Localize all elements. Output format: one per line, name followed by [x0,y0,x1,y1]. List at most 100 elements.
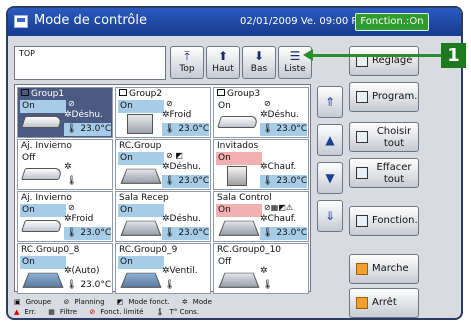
group-tile[interactable]: RC.Group0_8 On ✲(Auto) 🌡︎ 23.0°C [17,243,113,294]
fan-mode-icon: ✲ [162,214,170,224]
double-down-icon[interactable]: ⇓ [317,200,343,232]
wall-unit-icon [21,216,63,238]
stop-icon [356,297,368,309]
schedule-icon: ⊘ [68,203,75,212]
down-icon[interactable]: ▼ [317,162,343,194]
error-icon: ▲ [14,308,20,316]
legend: ▣ Groupe ⊘ Planning ◩ Mode fonct. ✲ Mode ▲ Er… [14,298,212,316]
group-tile[interactable]: RC.Group0_9 On ✲Ventil. 🌡︎ [115,243,211,294]
function-status-badge: Fonction.:On [355,13,429,31]
thermometer-icon: 🌡︎ [164,124,176,134]
fan-mode-icon: ✲ [162,266,170,276]
group-tile[interactable]: Invitados On ✲Chauf. 🌡︎ 23.0°C [213,139,309,190]
thermometer-icon: 🌡︎ [262,124,274,134]
callout-number: 1 [441,43,466,68]
wall-unit-icon [217,112,259,134]
thermometer-icon: 🌡︎ [262,280,274,290]
date-time: 02/01/2009 Ve. 09:00 PM [240,16,367,27]
cassette-unit-icon [119,268,162,290]
group-tile[interactable]: Group1 On ⊘ ✲Déshu. 🌡︎ 23.0°C [17,87,113,138]
cassette-unit-icon [119,216,162,238]
thermometer-icon: 🌡︎ [164,280,176,290]
cassette-unit-icon [217,268,260,290]
thermometer-icon: 🌡︎ [164,176,176,186]
fan-mode-icon: ✲ [181,298,188,306]
path-display: TOP [14,46,166,80]
marche-button[interactable]: Marche [349,254,419,284]
window-title: Mode de contrôle [34,13,147,28]
fan-mode-icon: ✲ [64,110,72,120]
schedule-icon: ⊘ [264,99,271,108]
thermometer-icon: 🌡︎ [155,308,165,316]
cassette-unit-icon [119,164,162,186]
group-tile[interactable]: Sala Recep On ✲Déshu. 🌡︎ 23.0°C [115,191,211,242]
run-icon [356,263,368,275]
clear-all-icon [356,167,368,179]
effacer-tout-button[interactable]: Effacer tout [349,158,419,188]
group-tile[interactable]: Group2 On ⊘ ✲Froid 🌡︎ 23.0°C [115,87,211,138]
fan-mode-icon: ✲ [260,214,268,224]
group-tile[interactable]: Sala Control On ⊘▦◩⚠ ✲Chauf. 🌡︎ 23.0°C [213,191,309,242]
fan-mode-icon: ✲ [260,110,268,120]
callout-line [306,54,441,57]
schedule-icon: ⊘ [68,99,75,108]
fan-mode-icon: ✲ [64,162,72,172]
arret-button[interactable]: Arrêt [349,288,419,318]
fan-mode-icon: ✲ [260,266,268,276]
window-icon [14,15,28,28]
group-icon: ▣ [14,298,21,306]
wall-unit-icon [21,164,63,186]
bas-button[interactable]: ⬇ Bas [242,46,276,79]
select-all-icon [356,131,368,143]
schedule-icon: ⊘ [166,99,173,108]
group-grid: Group1 On ⊘ ✲Déshu. 🌡︎ 23.0°C Group2 On … [14,84,311,294]
thermometer-icon: 🌡︎ [66,280,78,290]
haut-button[interactable]: ⬆ Haut [206,46,240,79]
filter-icon: ▦ [48,308,55,316]
cassette-unit-icon [217,216,260,238]
fan-mode-icon: ✲ [260,162,268,172]
mode-lock-icon: ◩ [116,298,124,306]
group-icon [119,89,127,96]
cassette-unit-icon [21,268,64,290]
thermometer-icon: 🌡︎ [262,176,274,186]
group-tile[interactable]: Aj. Invierno Off ✲ 🌡︎ [17,139,113,190]
program-button[interactable]: Program. [349,82,419,112]
title-bar: Mode de contrôle 02/01/2009 Ve. 09:00 PM… [8,8,461,36]
group-icon [21,89,29,96]
double-up-icon[interactable]: ⇑ [317,86,343,118]
schedule-icon: ⊘ [63,298,70,306]
group-tile[interactable]: Aj. Invierno On ⊘ ✲Froid 🌡︎ 23.0°C [17,191,113,242]
group-tile[interactable]: RC.Group0_10 Off ✲ 🌡︎ [213,243,309,294]
program-icon [356,91,368,103]
schedule-icon: ⊘ ◩ [166,151,183,160]
floor-unit-icon [217,164,257,186]
thermometer-icon: 🌡︎ [66,176,78,186]
group-icon [217,89,225,96]
fonction-button[interactable]: Fonction. [349,206,419,236]
reglage-button[interactable]: Réglage [349,46,419,76]
wall-unit-icon [21,112,63,134]
error-filter-icons: ⊘▦◩⚠ [264,203,293,212]
thermometer-icon: 🌡︎ [66,124,78,134]
function-icon [356,215,368,227]
up-icon[interactable]: ▲ [317,124,343,156]
fan-mode-icon: ✲ [64,266,72,276]
path-text: TOP [19,49,36,58]
limited-function-icon: ⊘ [89,308,96,316]
up-arrow-bar-icon: ⤒ [184,49,190,63]
group-tile[interactable]: RC.Group On ⊘ ◩ ✲Déshu. 🌡︎ 23.0°C [115,139,211,190]
thermometer-icon: 🌡︎ [164,228,176,238]
scroll-controls: ⇑ ▲ ▼ ⇓ [315,84,343,292]
fan-mode-icon: ✲ [162,110,170,120]
thermometer-icon: 🌡︎ [66,228,78,238]
fan-mode-icon: ✲ [64,214,72,224]
top-button[interactable]: ⤒ Top [170,46,204,79]
group-tile[interactable]: Group3 On ⊘ ✲Déshu. 🌡︎ 23.0°C [213,87,309,138]
up-arrow-icon: ⬆ [217,49,229,63]
fan-mode-icon: ✲ [162,162,170,172]
choisir-tout-button[interactable]: Choisir tout [349,122,419,152]
thermometer-icon: 🌡︎ [262,228,274,238]
outdoor-unit-icon [119,112,159,134]
down-arrow-icon: ⬇ [253,49,265,63]
